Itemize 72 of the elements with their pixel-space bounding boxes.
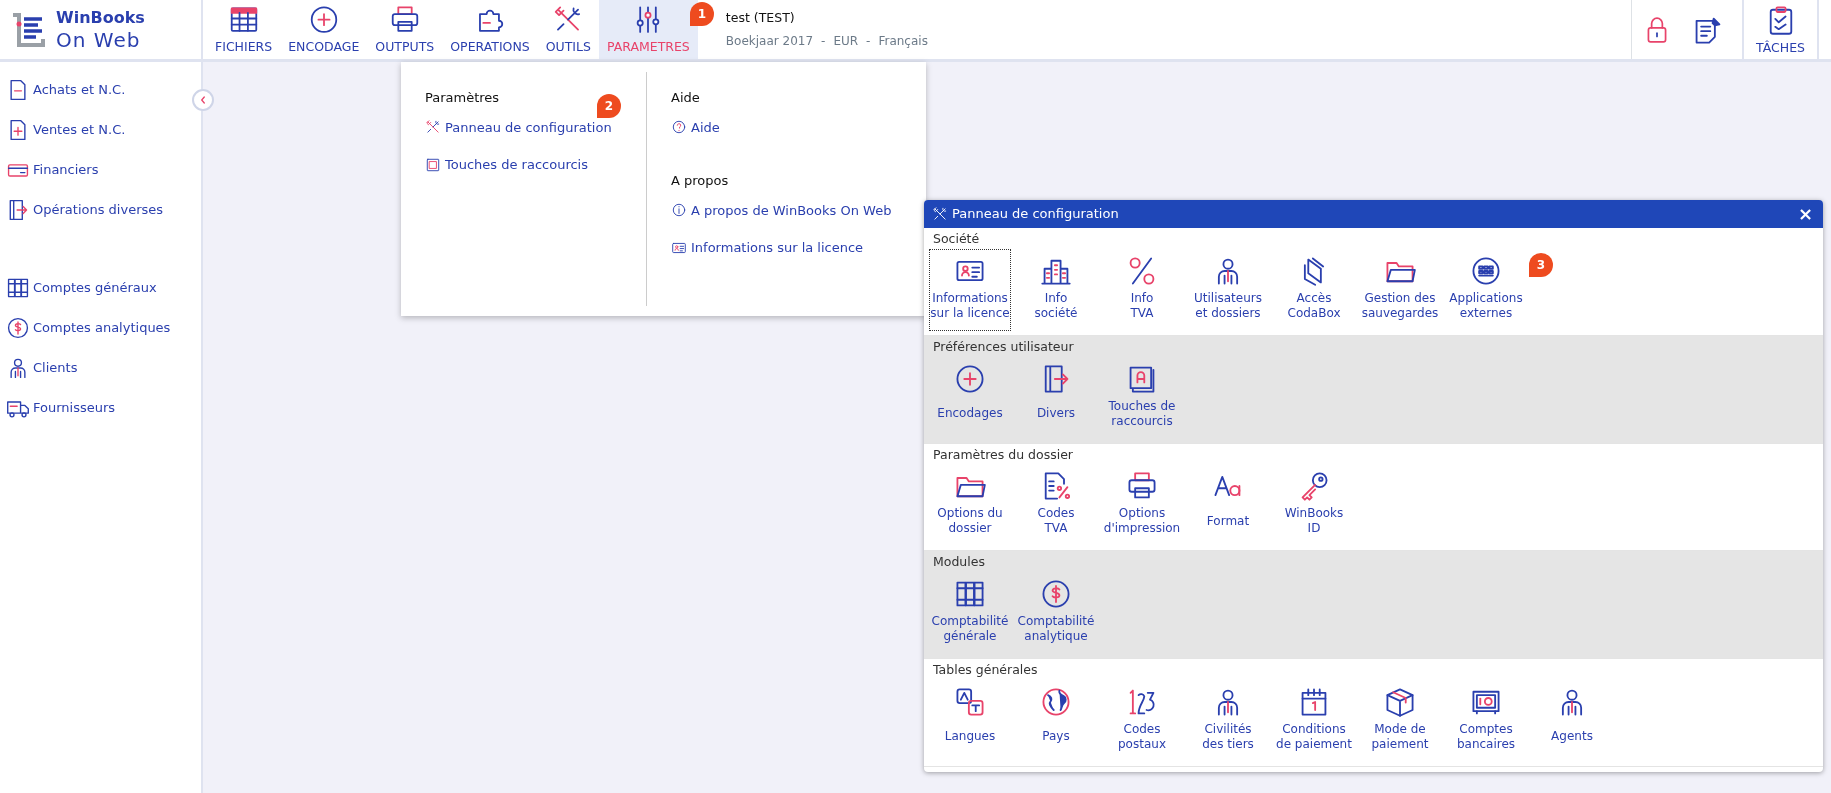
- config-item[interactable]: Utilisateurs et dossiers: [1187, 248, 1269, 331]
- config-item[interactable]: Options d'impression: [1101, 464, 1183, 547]
- config-item[interactable]: Pays: [1015, 679, 1097, 762]
- config-item[interactable]: Codes postaux: [1101, 679, 1183, 762]
- collapse-toggle[interactable]: [192, 89, 214, 111]
- tools-icon: [425, 119, 441, 136]
- menu-heading: A propos: [671, 172, 729, 190]
- config-item[interactable]: Comptabilité analytique: [1015, 572, 1097, 654]
- config-item[interactable]: Comptabilité générale: [929, 572, 1011, 654]
- logo-subtitle: On Web: [56, 29, 142, 50]
- config-item[interactable]: Info TVA: [1101, 248, 1183, 331]
- file-detail: Boekjaar 2017: [725, 32, 814, 50]
- config-item[interactable]: Civilités des tiers: [1187, 679, 1269, 762]
- config-item[interactable]: Conditions de paiement: [1273, 679, 1355, 762]
- config-item[interactable]: Options du dossier: [929, 464, 1011, 547]
- config-item[interactable]: Divers: [1015, 356, 1097, 439]
- menu-item[interactable]: A propos de WinBooks On Web: [671, 200, 892, 220]
- section-heading: Paramètres du dossier: [933, 445, 1073, 464]
- section-heading: Préférences utilisateur: [933, 337, 1074, 356]
- sidebar-item[interactable]: Opérations diverses: [0, 190, 170, 230]
- menu-item[interactable]: Aide: [671, 117, 720, 137]
- config-item[interactable]: WinBooks ID: [1273, 464, 1355, 547]
- config-item[interactable]: Informations sur la licence: [929, 248, 1011, 331]
- help-icon: [671, 119, 687, 136]
- config-item[interactable]: Gestion des sauvegardes: [1359, 248, 1441, 331]
- config-item[interactable]: Encodages: [929, 356, 1011, 439]
- config-item[interactable]: Accès CodaBox: [1273, 248, 1355, 331]
- sidebar-item[interactable]: Achats et N.C.: [0, 70, 132, 110]
- menu-item[interactable]: Panneau de configuration: [425, 117, 612, 137]
- tasks-button[interactable]: TÂCHES: [1742, 0, 1819, 59]
- file-detail: EUR: [833, 32, 859, 50]
- logo-text: WinBooks: [56, 9, 145, 26]
- config-item[interactable]: Applications externes: [1445, 248, 1527, 331]
- sidebar-item[interactable]: Comptes analytiques: [0, 308, 177, 348]
- close-button[interactable]: ×: [1795, 205, 1815, 223]
- file-detail: -: [821, 32, 826, 50]
- config-item[interactable]: Langues: [929, 679, 1011, 762]
- callout-badge: 3: [1529, 252, 1553, 277]
- nav-tab[interactable]: OUTILS: [537, 0, 599, 59]
- config-item[interactable]: Codes TVA: [1015, 464, 1097, 547]
- config-item[interactable]: Comptes bancaires: [1445, 679, 1527, 762]
- sidebar-item[interactable]: Clients: [0, 348, 84, 388]
- section-heading: Tables générales: [933, 661, 1038, 679]
- dollar-circle-icon: [1040, 578, 1072, 610]
- callout-badge: 2: [597, 93, 621, 118]
- file-detail: Français: [878, 32, 928, 50]
- file-detail: -: [866, 32, 871, 50]
- sidebar-item[interactable]: Fournisseurs: [0, 388, 122, 428]
- sidebar-item[interactable]: Financiers: [0, 150, 105, 190]
- config-item[interactable]: Info société: [1015, 248, 1097, 331]
- menu-heading: Paramètres: [425, 89, 500, 107]
- nav-tab[interactable]: ENCODAGE: [280, 0, 368, 59]
- dialog-title: Panneau de configuration: [952, 205, 1120, 224]
- nav-tab[interactable]: OUTPUTS: [367, 0, 443, 59]
- info-icon: [671, 202, 687, 219]
- menu-heading: Aide: [671, 89, 700, 107]
- config-item[interactable]: Touches de raccourcis: [1101, 356, 1183, 439]
- binders-icon: [6, 276, 30, 300]
- sidebar-item[interactable]: Comptes généraux: [0, 268, 163, 308]
- config-item[interactable]: Format: [1187, 464, 1269, 547]
- nav-tab[interactable]: OPERATIONS: [442, 0, 538, 59]
- tools-icon: [932, 206, 948, 222]
- config-item[interactable]: Mode de paiement: [1359, 679, 1441, 762]
- config-item[interactable]: Agents: [1531, 679, 1613, 762]
- sidebar-item[interactable]: Ventes et N.C.: [0, 110, 132, 150]
- menu-item[interactable]: Touches de raccourcis: [425, 155, 588, 175]
- section-heading: Modules: [933, 553, 985, 572]
- file-title: test (TEST): [725, 9, 796, 28]
- section-heading: Société: [933, 230, 980, 248]
- dollar-circle-icon: [6, 316, 30, 340]
- nav-tab[interactable]: FICHIERS: [207, 0, 281, 59]
- menu-item[interactable]: Informations sur la licence: [671, 238, 864, 258]
